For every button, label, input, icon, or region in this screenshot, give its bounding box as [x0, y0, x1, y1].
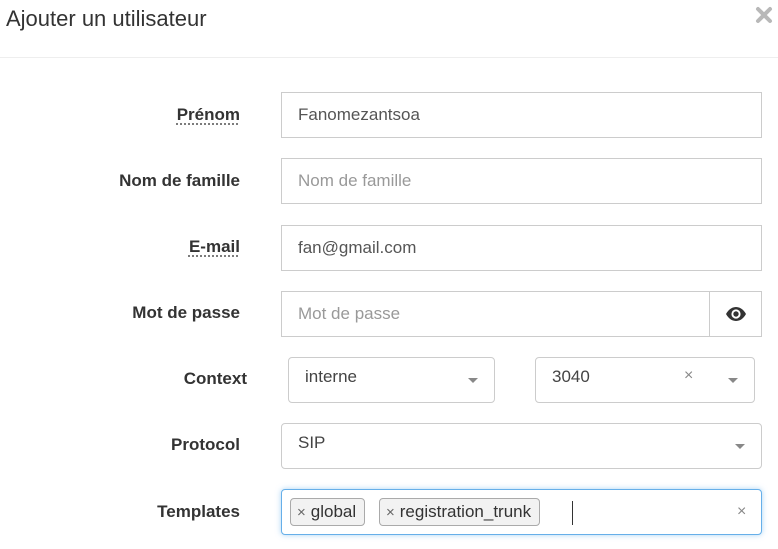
eye-icon	[725, 307, 746, 321]
protocol-label: Protocol	[171, 435, 240, 454]
remove-tag-icon[interactable]: ×	[386, 504, 395, 521]
email-label: E-mail	[188, 237, 240, 256]
template-tag: × global	[290, 498, 366, 526]
text-cursor	[572, 501, 573, 525]
prenom-field[interactable]: Fanomezantsoa	[281, 92, 762, 138]
clear-selection-icon[interactable]: ×	[684, 368, 693, 384]
email-value: fan@gmail.com	[298, 238, 417, 257]
context-selected-value: interne	[305, 367, 357, 386]
nom-placeholder: Nom de famille	[298, 171, 412, 190]
template-tag: × registration_trunk	[379, 498, 541, 526]
context-label: Context	[183, 369, 247, 388]
templates-label: Templates	[157, 502, 240, 521]
protocol-selected-value: SIP	[298, 433, 326, 452]
clear-all-icon[interactable]: ×	[737, 504, 746, 520]
chevron-down-icon	[728, 378, 738, 383]
password-field[interactable]: Mot de passe	[281, 291, 711, 337]
prenom-value: Fanomezantsoa	[298, 105, 420, 124]
nom-field[interactable]: Nom de famille	[281, 158, 762, 204]
chevron-down-icon	[468, 378, 478, 383]
password-toggle-button[interactable]	[709, 291, 762, 337]
prenom-label: Prénom	[176, 105, 240, 124]
modal-title: Ajouter un utilisateur	[6, 6, 207, 31]
tag-label: registration_trunk	[399, 502, 532, 521]
context-select[interactable]: interne	[288, 357, 495, 403]
password-placeholder: Mot de passe	[298, 304, 401, 323]
close-button[interactable]	[753, 3, 775, 27]
chevron-down-icon	[735, 444, 745, 449]
close-icon	[756, 7, 772, 23]
templates-multiselect[interactable]: × global × registration_trunk ×	[281, 489, 762, 535]
password-label: Mot de passe	[132, 303, 240, 322]
header-divider	[0, 57, 778, 58]
remove-tag-icon[interactable]: ×	[297, 504, 306, 521]
nom-label: Nom de famille	[119, 171, 240, 190]
protocol-select[interactable]: SIP	[281, 423, 762, 469]
tag-label: global	[310, 502, 357, 521]
extension-selected-value: 3040	[552, 367, 590, 386]
extension-select[interactable]: 3040 ×	[535, 357, 755, 403]
email-field[interactable]: fan@gmail.com	[281, 225, 762, 271]
